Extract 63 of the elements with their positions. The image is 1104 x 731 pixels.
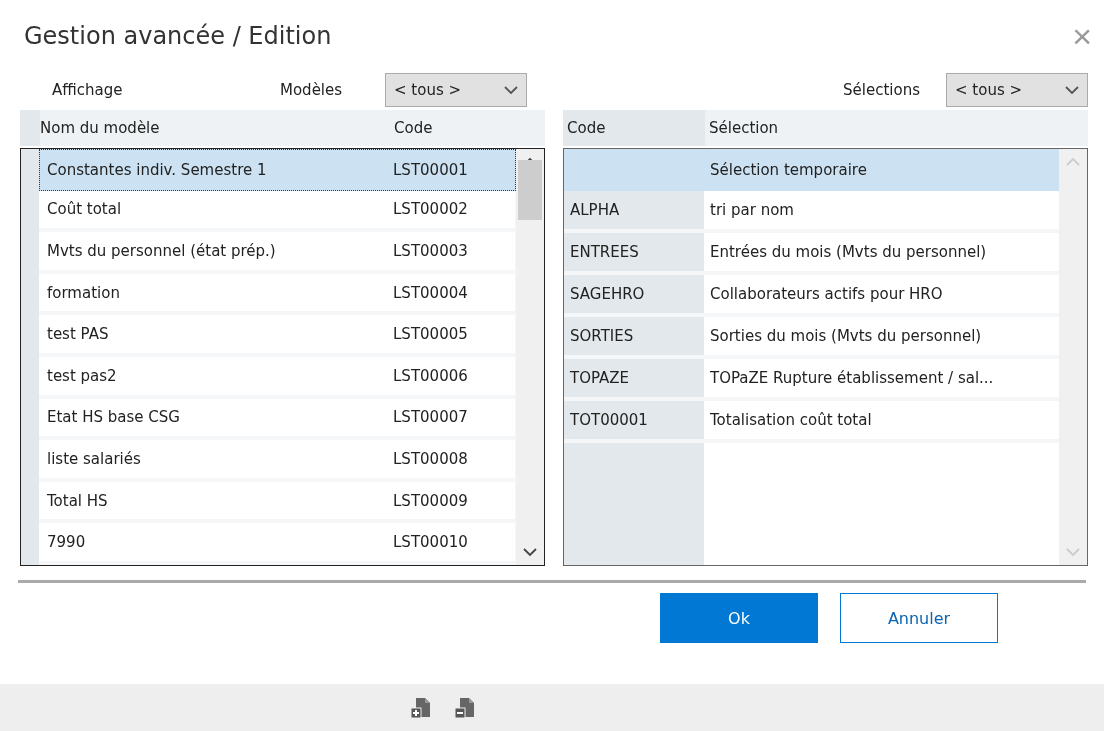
table-cell-text: SORTIES bbox=[569, 326, 635, 347]
table-cell: test PAS bbox=[39, 315, 391, 353]
add-document-icon[interactable] bbox=[410, 695, 432, 720]
column-header: Sélection bbox=[708, 118, 780, 139]
table-cell: liste salariés bbox=[39, 440, 391, 478]
selection-row[interactable]: ENTREES Entrées du mois (Mvts du personnel) bbox=[564, 233, 1059, 275]
scroll-down-icon[interactable] bbox=[523, 548, 537, 557]
model-row[interactable]: Coût total LST00002 bbox=[39, 190, 516, 233]
model-row[interactable]: test PAS LST00005 bbox=[39, 315, 516, 357]
models-dropdown[interactable]: < tous > bbox=[385, 73, 527, 107]
table-cell-text: Constantes indiv. Semestre 1 bbox=[46, 159, 268, 181]
model-row[interactable]: test pas2 LST00006 bbox=[39, 357, 516, 399]
models-label: Modèles bbox=[280, 81, 344, 99]
display-label: Affichage bbox=[52, 81, 124, 99]
table-cell: Etat HS base CSG bbox=[39, 398, 391, 437]
table-cell: Mvts du personnel (état prép.) bbox=[39, 232, 391, 270]
model-row[interactable]: Constantes indiv. Semestre 1 LST00001 bbox=[39, 149, 516, 191]
selection-row[interactable]: TOPAZE TOPaZE Rupture établissement / sal... bbox=[564, 359, 1059, 401]
table-cell: test pas2 bbox=[39, 357, 391, 395]
model-row[interactable]: Etat HS base CSG LST00007 bbox=[39, 398, 516, 441]
table-cell-text: TOPAZE bbox=[569, 368, 631, 389]
selections-dropdown[interactable]: < tous > bbox=[946, 73, 1088, 107]
table-cell-text: TOT00001 bbox=[569, 410, 649, 431]
table-cell: LST00003 bbox=[391, 232, 515, 270]
model-row[interactable]: Mvts du personnel (état prép.) LST00003 bbox=[39, 232, 516, 274]
ok-button[interactable]: Ok bbox=[660, 593, 818, 643]
table-cell: LST00002 bbox=[391, 190, 515, 229]
table-cell: LST00009 bbox=[391, 481, 515, 520]
table-cell: LST00010 bbox=[391, 523, 515, 562]
table-cell-text: ENTREES bbox=[569, 242, 640, 263]
table-cell: Total HS bbox=[39, 481, 391, 520]
scroll-thumb[interactable] bbox=[518, 160, 542, 220]
table-cell: LST00007 bbox=[391, 398, 515, 437]
table-cell-text: ALPHA bbox=[569, 200, 621, 221]
remove-document-icon[interactable] bbox=[454, 695, 476, 720]
table-cell: LST00008 bbox=[391, 440, 515, 478]
table-cell: LST00005 bbox=[391, 315, 515, 353]
selection-row[interactable]: ALPHA tri par nom bbox=[564, 191, 1059, 233]
table-cell-text: SAGEHRO bbox=[569, 284, 646, 305]
column-header: Code bbox=[394, 118, 434, 139]
model-row[interactable]: liste salariés LST00008 bbox=[39, 440, 516, 482]
selection-row[interactable]: TOT00001 Totalisation coût total bbox=[564, 401, 1059, 443]
column-header: Code bbox=[563, 110, 705, 146]
table-cell: LST00006 bbox=[391, 357, 515, 395]
table-cell: formation bbox=[39, 273, 391, 312]
table-cell: Coût total bbox=[39, 190, 391, 229]
selection-row[interactable]: Sélection temporaire bbox=[564, 149, 1059, 191]
model-row[interactable]: Total HS LST00009 bbox=[39, 481, 516, 524]
table-cell: LST00004 bbox=[391, 273, 515, 312]
selection-row[interactable]: SAGEHRO Collaborateurs actifs pour HRO bbox=[564, 275, 1059, 317]
selections-label: Sélections bbox=[843, 81, 920, 99]
column-header: Nom du modèle bbox=[40, 118, 161, 139]
model-row[interactable]: formation LST00004 bbox=[39, 273, 516, 316]
table-cell-text: Sélection temporaire bbox=[709, 160, 868, 181]
window-title: Gestion avancée / Edition bbox=[24, 22, 332, 50]
table-cell-text: LST00001 bbox=[392, 159, 469, 181]
selection-row[interactable]: SORTIES Sorties du mois (Mvts du personnel) bbox=[564, 317, 1059, 359]
chevron-down-icon[interactable] bbox=[504, 85, 518, 95]
chevron-down-icon[interactable] bbox=[1065, 85, 1079, 95]
scrollbar[interactable] bbox=[516, 149, 544, 565]
table-cell: 7990 bbox=[39, 523, 391, 562]
cancel-button[interactable]: Annuler bbox=[840, 593, 998, 643]
model-row[interactable]: 7990 LST00010 bbox=[39, 523, 516, 566]
